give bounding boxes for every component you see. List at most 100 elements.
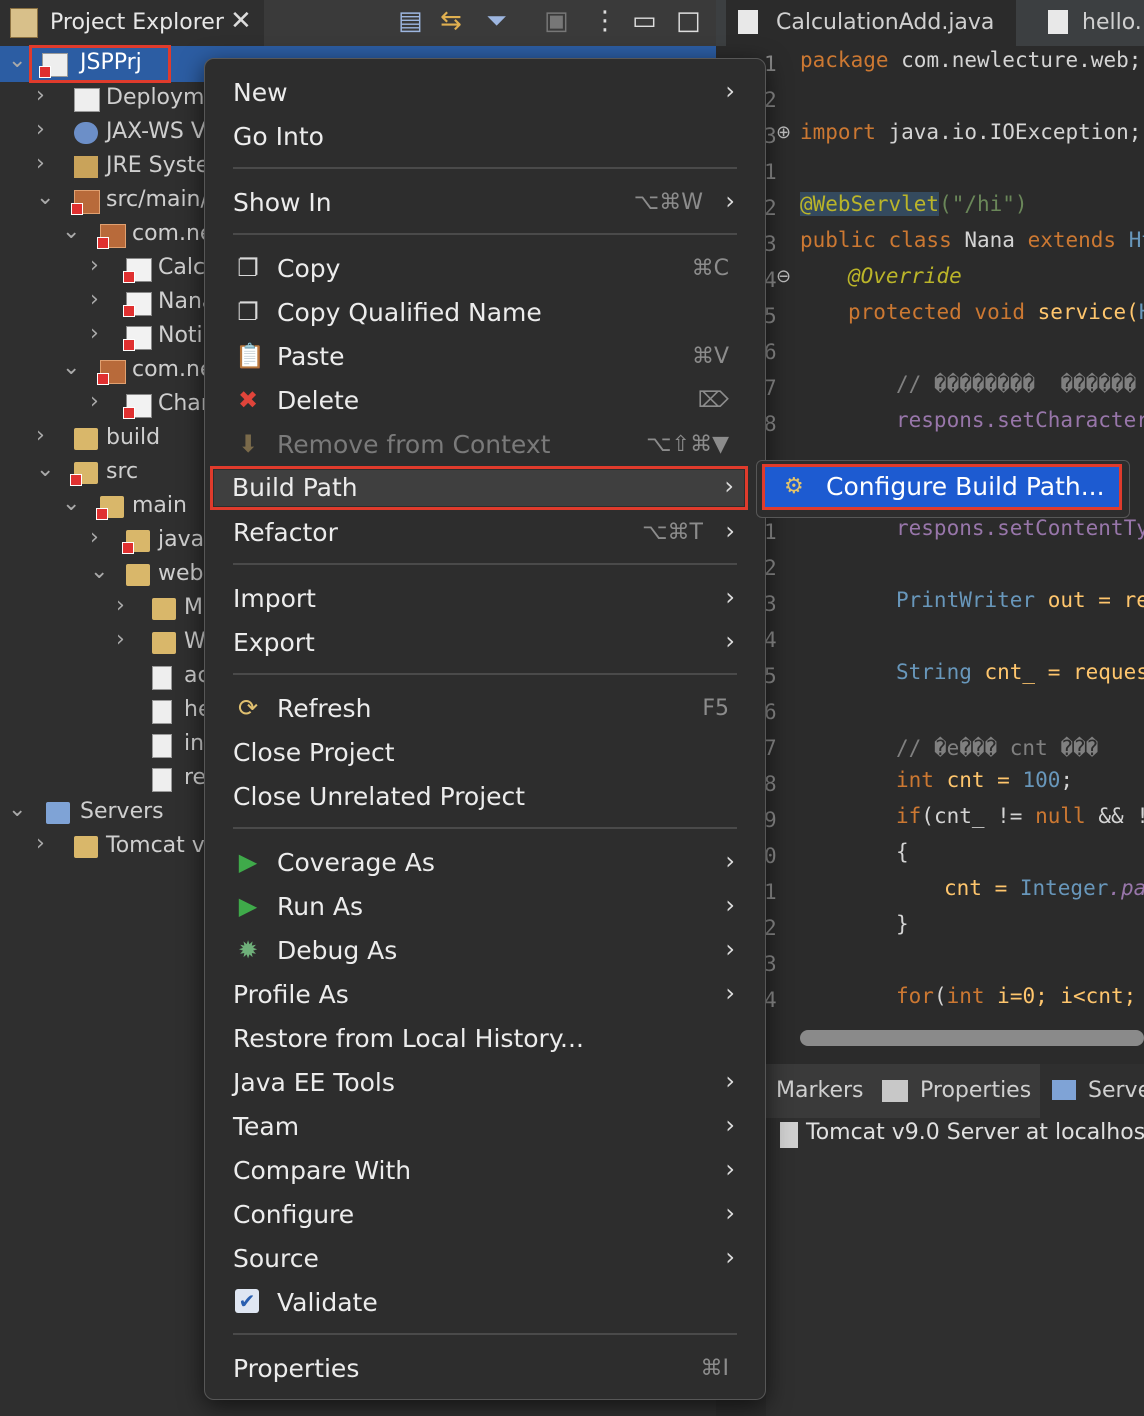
chevron-right-icon: › <box>725 891 735 919</box>
menu-item-shortcut: ⌦ <box>697 388 729 413</box>
tab-hello[interactable]: hello. <box>1040 0 1144 46</box>
java-file-icon <box>123 292 152 317</box>
menu-item-properties[interactable]: Properties ⌘I <box>205 1347 765 1389</box>
chevron-down-icon[interactable]: ⌄ <box>62 491 80 516</box>
chevron-right-icon[interactable]: › <box>36 423 45 448</box>
chevron-right-icon: › <box>725 847 735 875</box>
tab-calculationadd[interactable]: CalculationAdd.java <box>726 0 1016 46</box>
menu-item-label: Validate <box>277 1288 378 1317</box>
menu-item-export[interactable]: Export › <box>205 621 765 663</box>
tree-item-label: Deployme <box>106 85 218 110</box>
tree-item-label: M <box>184 595 203 620</box>
tree-item-label: Noti <box>158 323 203 348</box>
menu-item-configure[interactable]: Configure › <box>205 1193 765 1235</box>
chevron-right-icon[interactable]: › <box>36 831 45 856</box>
chevron-down-icon[interactable]: ⌄ <box>62 219 80 244</box>
chevron-right-icon[interactable]: › <box>90 253 99 278</box>
menu-separator <box>233 233 737 235</box>
chevron-down-icon[interactable]: ⌄ <box>62 355 80 380</box>
menu-item-close-project[interactable]: Close Project <box>205 731 765 773</box>
delete-icon: ✖ <box>237 386 259 414</box>
chevron-right-icon[interactable]: › <box>36 151 45 176</box>
filter-icon[interactable]: ⏷ <box>486 6 507 37</box>
fold-collapse-icon[interactable]: ⊖ <box>776 266 791 287</box>
menu-item-compare-with[interactable]: Compare With › <box>205 1149 765 1191</box>
menu-item-copy-qualified-name[interactable]: ❐ Copy Qualified Name <box>205 291 765 333</box>
code-line: @WebServlet("/hi") <box>800 192 1028 216</box>
menu-item-show-in[interactable]: Show In ⌥⌘W › <box>205 181 765 223</box>
chevron-right-icon[interactable]: › <box>116 627 125 652</box>
menu-item-paste[interactable]: 📋 Paste ⌘V <box>205 335 765 377</box>
refresh-icon: ⟳ <box>237 694 259 722</box>
menu-item-debug-as[interactable]: ✹ Debug As › <box>205 929 765 971</box>
server-icon <box>780 1122 798 1148</box>
chevron-down-icon[interactable]: ⌄ <box>90 559 108 584</box>
copy-qualified-name-icon: ❐ <box>237 298 259 326</box>
menu-item-label: Copy Qualified Name <box>277 298 542 327</box>
link-with-editor-icon[interactable]: ⇆ <box>440 6 462 36</box>
working-sets-icon[interactable]: ▣ <box>544 6 569 36</box>
code-comment: // �e��� cnt ��� <box>896 736 1099 760</box>
chevron-down-icon[interactable]: ⌄ <box>8 797 26 822</box>
horizontal-scrollbar[interactable] <box>800 1030 1144 1046</box>
tab-project-explorer[interactable]: Project Explorer ✕ <box>0 0 264 46</box>
maximize-icon[interactable]: □ <box>676 6 701 36</box>
menu-item-run-as[interactable]: ▶ Run As › <box>205 885 765 927</box>
menu-item-label: Go Into <box>233 122 324 151</box>
menu-item-close-unrelated-project[interactable]: Close Unrelated Project <box>205 775 765 817</box>
code-line: import java.io.IOException; <box>800 120 1142 144</box>
deployment-descriptor-icon <box>74 88 100 112</box>
package-icon <box>97 360 126 385</box>
minimize-icon[interactable]: ▭ <box>632 6 657 36</box>
chevron-right-icon[interactable]: › <box>90 389 99 414</box>
menu-item-validate[interactable]: ✔ Validate <box>205 1281 765 1323</box>
source-folder-icon <box>71 190 100 215</box>
chevron-right-icon[interactable]: › <box>36 117 45 142</box>
chevron-down-icon[interactable]: ⌄ <box>36 457 54 482</box>
chevron-right-icon[interactable]: › <box>36 83 45 108</box>
debug-bug-icon: ✹ <box>237 936 259 964</box>
collapse-all-icon[interactable]: ▤ <box>398 6 423 36</box>
java-file-icon <box>123 326 152 351</box>
menu-item-source[interactable]: Source › <box>205 1237 765 1279</box>
fold-expand-icon[interactable]: ⊕ <box>776 122 791 143</box>
tab-markers[interactable]: Markers <box>776 1078 864 1103</box>
chevron-right-icon[interactable]: › <box>90 287 99 312</box>
menu-item-label: Properties <box>233 1354 360 1383</box>
chevron-down-icon[interactable]: ⌄ <box>36 185 54 210</box>
menu-item-java-ee-tools[interactable]: Java EE Tools › <box>205 1061 765 1103</box>
folder-icon <box>70 462 98 486</box>
tab-servers[interactable]: Serve <box>1040 1064 1144 1118</box>
menu-item-team[interactable]: Team › <box>205 1105 765 1147</box>
code-line: int cnt = 100; <box>896 768 1074 792</box>
view-menu-icon[interactable]: ⋮ <box>592 6 618 36</box>
chevron-right-icon[interactable]: › <box>90 525 99 550</box>
folder-icon <box>96 496 124 520</box>
server-list-item[interactable]: Tomcat v9.0 Server at localhost <box>776 1118 1144 1152</box>
menu-item-coverage-as[interactable]: ▶ Coverage As › <box>205 841 765 883</box>
menu-item-profile-as[interactable]: Profile As › <box>205 973 765 1015</box>
code-line: package com.newlecture.web; <box>800 48 1142 72</box>
tree-item-label: Tomcat v <box>106 833 205 858</box>
tab-label: Project Explorer <box>50 10 224 35</box>
code-line: } <box>896 912 909 936</box>
menu-separator <box>233 673 737 675</box>
chevron-right-icon[interactable]: › <box>116 593 125 618</box>
chevron-right-icon: › <box>725 583 735 611</box>
menu-item-new[interactable]: New › <box>205 71 765 113</box>
menu-item-go-into[interactable]: Go Into <box>205 115 765 157</box>
tree-item-label: main <box>132 493 187 518</box>
menu-item-restore-local-history[interactable]: Restore from Local History... <box>205 1017 765 1059</box>
tab-properties[interactable]: Properties <box>920 1078 1031 1103</box>
menu-item-delete[interactable]: ✖ Delete ⌦ <box>205 379 765 421</box>
folder-icon <box>74 428 98 450</box>
menu-item-import[interactable]: Import › <box>205 577 765 619</box>
menu-item-copy[interactable]: ❐ Copy ⌘C <box>205 247 765 289</box>
close-icon[interactable]: ✕ <box>230 6 252 36</box>
chevron-right-icon[interactable]: › <box>90 321 99 346</box>
chevron-down-icon[interactable]: ⌄ <box>8 48 26 73</box>
code-line: protected void service(Ht <box>848 300 1144 324</box>
menu-item-refactor[interactable]: Refactor ⌥⌘T › <box>205 511 765 553</box>
chevron-right-icon: › <box>725 77 735 105</box>
menu-item-refresh[interactable]: ⟳ Refresh F5 <box>205 687 765 729</box>
